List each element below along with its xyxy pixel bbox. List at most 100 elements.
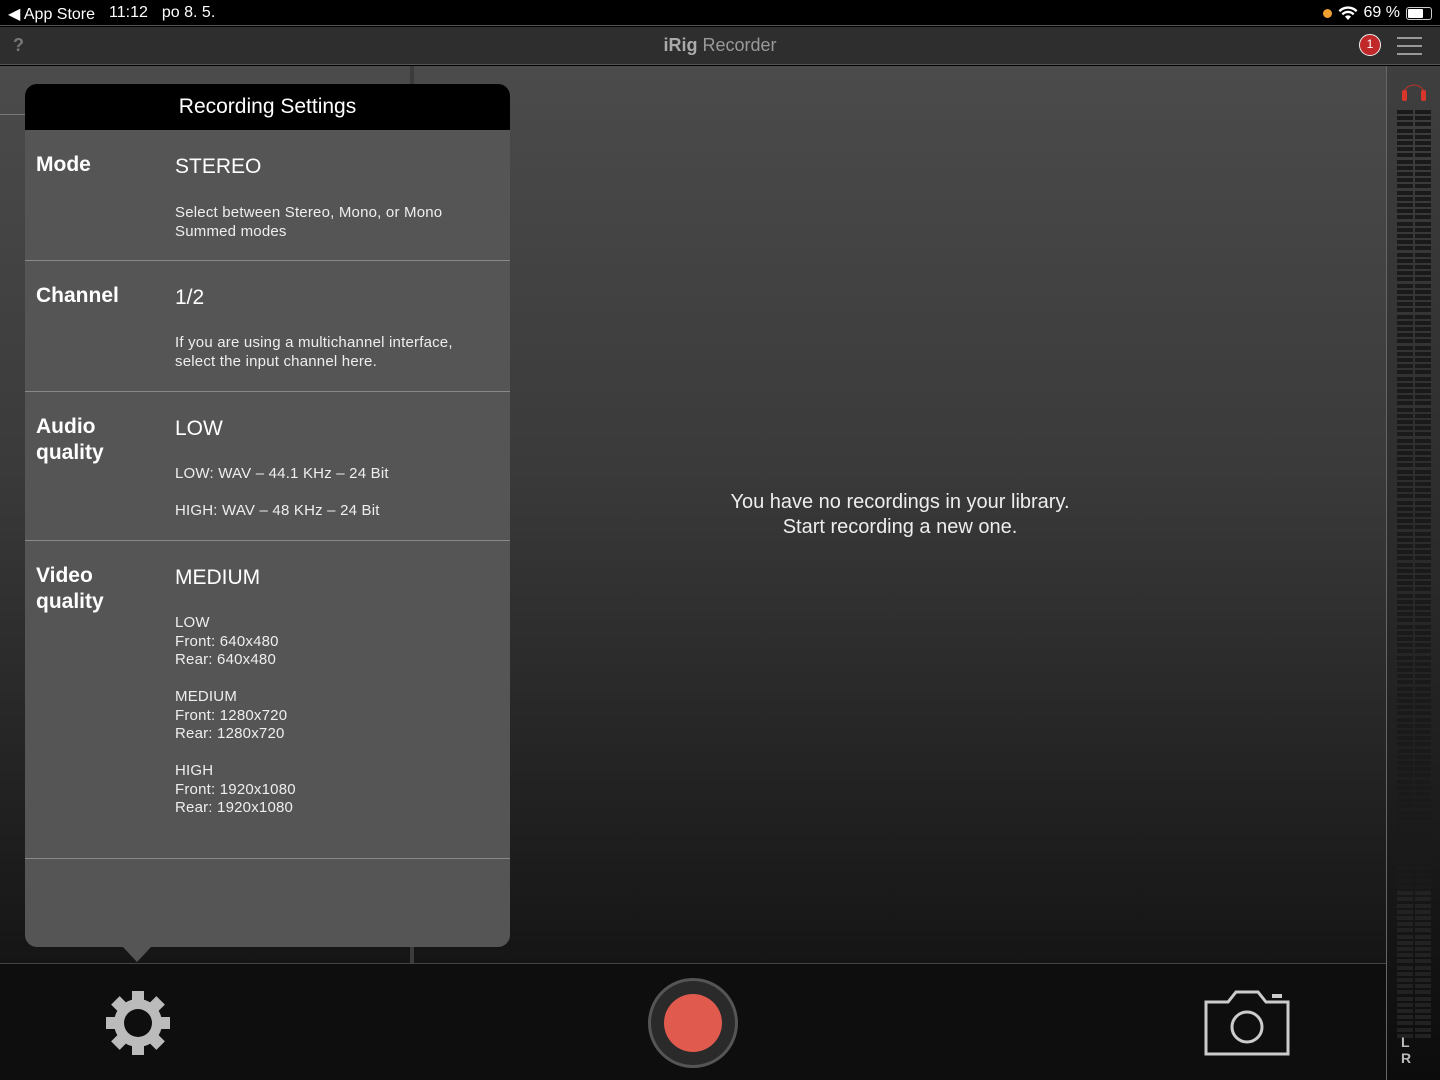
camera-icon[interactable] <box>1202 990 1292 1056</box>
meter-segment <box>1397 258 1413 263</box>
meter-segment <box>1397 296 1413 300</box>
meter-segment <box>1415 754 1431 759</box>
meter-segment <box>1415 401 1431 406</box>
meter-segment <box>1397 134 1413 139</box>
wifi-icon <box>1338 5 1358 20</box>
meter-segment <box>1397 587 1413 592</box>
meter-segment <box>1397 897 1413 902</box>
meter-segment <box>1397 413 1413 418</box>
meter-segment <box>1397 482 1413 486</box>
meter-segment <box>1397 513 1413 517</box>
meter-segment <box>1415 767 1431 772</box>
meter-segment <box>1415 184 1431 189</box>
meter-segment <box>1397 376 1413 381</box>
meter-segment <box>1397 488 1413 493</box>
meter-segment <box>1397 159 1413 164</box>
meter-segment <box>1415 246 1431 251</box>
meter-segment <box>1415 916 1431 920</box>
meter-segment <box>1415 909 1431 914</box>
meter-segment <box>1397 581 1413 586</box>
meter-segment <box>1397 196 1413 201</box>
meter-segment <box>1397 401 1413 406</box>
meter-segment <box>1415 761 1431 765</box>
meter-segment <box>1415 451 1431 455</box>
meter-segment <box>1415 618 1431 623</box>
meter-segment <box>1415 624 1431 629</box>
meter-segment <box>1397 655 1413 660</box>
channel-labels: L R <box>1401 1034 1418 1066</box>
meter-segment <box>1415 699 1431 703</box>
meter-segment <box>1415 829 1431 834</box>
meter-segment <box>1397 147 1413 152</box>
meter-segment <box>1415 940 1431 945</box>
popover-arrow <box>122 946 152 962</box>
meter-segment <box>1415 407 1431 412</box>
audio-quality-setting[interactable]: Audio quality LOW LOW: WAV – 44.1 KHz – 24… <box>25 392 510 541</box>
back-to-app-store[interactable]: ◀ App Store <box>8 4 95 24</box>
meter-segment <box>1397 866 1413 871</box>
meter-segment <box>1415 643 1431 648</box>
meter-segment <box>1415 996 1431 1001</box>
meter-segment <box>1397 736 1413 741</box>
channel-setting[interactable]: Channel 1/2 If you are using a multichanne… <box>25 261 510 392</box>
time: 11:12 <box>109 4 148 21</box>
meter-segment <box>1415 203 1431 207</box>
meter-segment <box>1397 339 1413 344</box>
meter-segment <box>1397 748 1413 753</box>
meter-segment <box>1415 742 1431 747</box>
meter-segment <box>1397 965 1413 970</box>
meter-segment <box>1397 209 1413 214</box>
meter-segment <box>1397 122 1413 127</box>
meter-segment <box>1397 637 1413 641</box>
meter-segment <box>1415 1015 1431 1020</box>
meter-segment <box>1415 240 1431 245</box>
meter-segment <box>1397 289 1413 294</box>
meter-segment <box>1397 922 1413 927</box>
meter-segment <box>1397 847 1413 852</box>
meter-segment <box>1415 649 1431 654</box>
meter-segment <box>1397 128 1413 133</box>
meter-segment <box>1397 314 1413 319</box>
meter-segment <box>1415 587 1431 592</box>
meter-segment <box>1415 668 1431 672</box>
video-quality-setting[interactable]: Video quality MEDIUM LOW Front: 640x480 Re… <box>25 541 510 859</box>
meter-segment <box>1415 835 1431 840</box>
meter-segment <box>1415 364 1431 369</box>
meter-segment <box>1415 513 1431 517</box>
record-button[interactable] <box>648 978 738 1068</box>
meter-segment <box>1397 599 1413 604</box>
meter-segment <box>1397 370 1413 375</box>
meter-segment <box>1415 308 1431 313</box>
meter-segment <box>1397 252 1413 257</box>
meter-segment <box>1415 209 1431 214</box>
meter-segment <box>1397 475 1413 480</box>
meter-segment <box>1397 575 1413 579</box>
meter-segment <box>1415 748 1431 753</box>
meter-segment <box>1397 165 1413 170</box>
meter-segment <box>1415 705 1431 710</box>
meter-segment <box>1415 147 1431 152</box>
meter-segment <box>1415 823 1431 827</box>
meter-segment <box>1415 537 1431 542</box>
meter-segment <box>1397 364 1413 369</box>
notification-badge[interactable]: 1 <box>1359 34 1381 56</box>
meter-segment <box>1397 593 1413 598</box>
meter-segment <box>1397 190 1413 195</box>
meter-segment <box>1397 779 1413 784</box>
mode-setting[interactable]: Mode STEREO Select between Stereo, Mono, o… <box>25 130 510 261</box>
hamburger-menu-icon[interactable] <box>1397 37 1422 61</box>
meter-segment <box>1415 296 1431 300</box>
settings-gear-icon[interactable] <box>105 990 171 1056</box>
meter-segment <box>1415 370 1431 375</box>
meter-segment <box>1415 736 1431 741</box>
meter-segment <box>1415 711 1431 716</box>
meter-segment <box>1397 358 1413 362</box>
meter-segment <box>1397 872 1413 877</box>
meter-segment <box>1415 903 1431 908</box>
meter-segment <box>1397 438 1413 443</box>
popover-title: Recording Settings <box>25 84 510 130</box>
bottom-toolbar <box>0 963 1386 1080</box>
meter-segment <box>1397 798 1413 803</box>
headphones-icon[interactable] <box>1399 80 1429 102</box>
meter-segment <box>1415 674 1431 679</box>
